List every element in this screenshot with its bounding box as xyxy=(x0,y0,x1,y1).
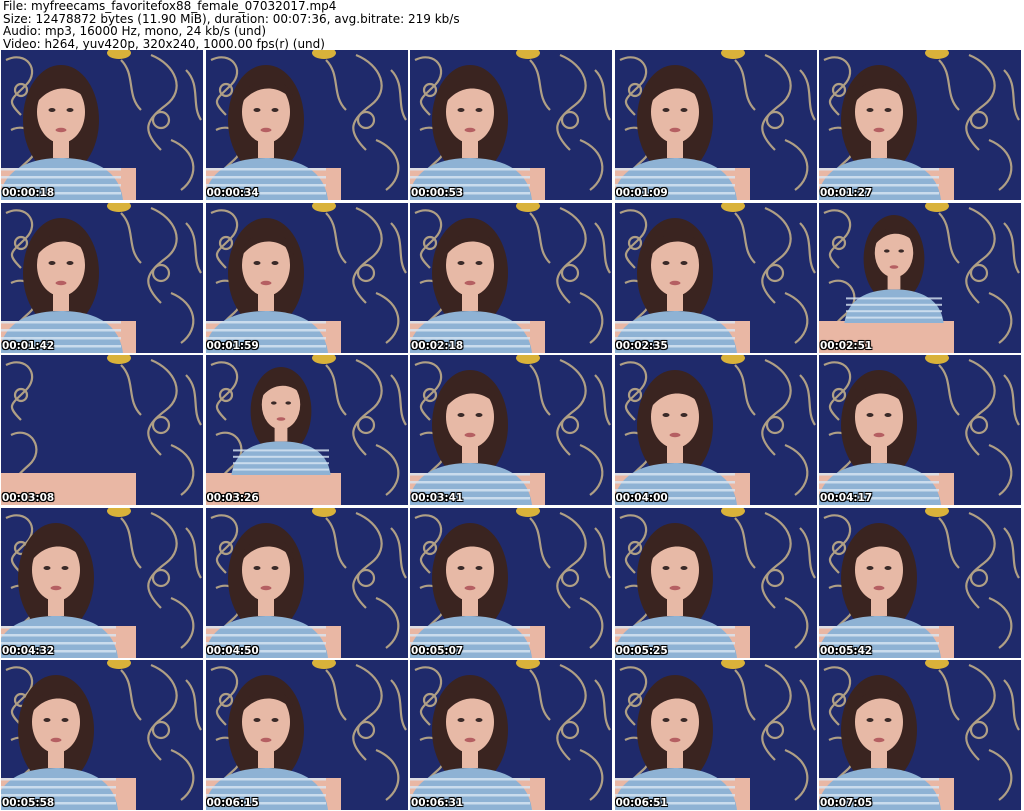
video-frame-image xyxy=(819,660,1021,810)
thumbnail-frame: 00:06:15 xyxy=(205,660,408,810)
thumbnail-frame: 00:07:05 xyxy=(819,660,1021,810)
video-frame-image xyxy=(614,50,817,200)
thumbnail-frame: 00:05:42 xyxy=(819,507,1021,658)
video-frame-image xyxy=(205,355,408,505)
timestamp-label: 00:04:17 xyxy=(820,492,873,504)
thumbnail-frame: 00:04:50 xyxy=(205,507,408,658)
timestamp-label: 00:07:05 xyxy=(820,797,873,809)
video-frame-image xyxy=(614,355,817,505)
timestamp-label: 00:01:27 xyxy=(820,187,873,199)
timestamp-label: 00:01:09 xyxy=(615,187,668,199)
video-frame-image xyxy=(1,50,203,200)
thumbnail-frame: 00:04:17 xyxy=(819,355,1021,505)
video-frame-image xyxy=(1,202,203,353)
timestamp-label: 00:00:53 xyxy=(411,187,464,199)
timestamp-label: 00:05:25 xyxy=(615,644,668,657)
thumbnail-frame: 00:02:35 xyxy=(614,202,817,353)
thumbnail-frame: 00:01:59 xyxy=(205,202,408,353)
video-frame-image xyxy=(410,355,612,505)
video-frame-image xyxy=(819,355,1021,505)
video-frame-image xyxy=(614,660,817,810)
video-frame-image xyxy=(410,50,612,200)
thumbnail-grid: 00:00:18 00:00:34 00:00:53 00:01:09 00:01:27… xyxy=(0,50,1024,811)
thumbnail-frame: 00:03:41 xyxy=(410,355,612,505)
thumbnail-frame: 00:04:00 xyxy=(614,355,817,505)
video-frame-image xyxy=(1,507,203,658)
timestamp-label: 00:02:51 xyxy=(820,339,873,352)
thumbnail-frame: 00:00:18 xyxy=(1,50,203,200)
timestamp-label: 00:05:58 xyxy=(2,797,55,809)
timestamp-label: 00:00:34 xyxy=(206,187,259,199)
video-frame-image xyxy=(614,507,817,658)
video-info-line: Video: h264, yuv420p, 320x240, 1000.00 f… xyxy=(3,36,325,51)
thumbnail-frame: 00:06:51 xyxy=(614,660,817,810)
thumbnail-frame: 00:04:32 xyxy=(1,507,203,658)
timestamp-label: 00:03:41 xyxy=(411,492,464,504)
timestamp-label: 00:01:42 xyxy=(2,339,55,352)
thumbnail-frame: 00:06:31 xyxy=(410,660,612,810)
timestamp-label: 00:04:00 xyxy=(615,492,668,504)
thumbnail-frame: 00:01:27 xyxy=(819,50,1021,200)
video-frame-image xyxy=(819,202,1021,353)
timestamp-label: 00:05:42 xyxy=(820,644,873,657)
thumbnail-frame: 00:01:09 xyxy=(614,50,817,200)
video-frame-image xyxy=(205,507,408,658)
timestamp-label: 00:06:51 xyxy=(615,797,668,809)
timestamp-label: 00:04:32 xyxy=(2,644,55,657)
video-frame-image xyxy=(205,50,408,200)
thumbnail-frame: 00:00:34 xyxy=(205,50,408,200)
timestamp-label: 00:06:15 xyxy=(206,797,259,809)
file-name-line: File: myfreecams_favoritefox88_female_07… xyxy=(3,0,337,13)
video-frame-image xyxy=(410,660,612,810)
thumbnail-frame: 00:05:07 xyxy=(410,507,612,658)
thumbnail-frame: 00:03:26 xyxy=(205,355,408,505)
timestamp-label: 00:06:31 xyxy=(411,797,464,809)
video-frame-image xyxy=(1,660,203,810)
timestamp-label: 00:03:26 xyxy=(206,492,259,504)
thumbnail-frame: 00:00:53 xyxy=(410,50,612,200)
timestamp-label: 00:03:08 xyxy=(2,492,55,504)
thumbnail-frame: 00:02:51 xyxy=(819,202,1021,353)
timestamp-label: 00:05:07 xyxy=(411,644,464,657)
video-frame-image xyxy=(614,202,817,353)
video-frame-image xyxy=(410,507,612,658)
thumbnail-frame: 00:01:42 xyxy=(1,202,203,353)
file-info-header: File: myfreecams_favoritefox88_female_07… xyxy=(3,0,460,50)
thumbnail-frame: 00:05:58 xyxy=(1,660,203,810)
video-frame-image xyxy=(819,50,1021,200)
video-frame-image xyxy=(1,355,203,505)
timestamp-label: 00:00:18 xyxy=(2,187,55,199)
thumbnail-frame: 00:03:08 xyxy=(1,355,203,505)
timestamp-label: 00:01:59 xyxy=(206,339,259,352)
video-frame-image xyxy=(205,202,408,353)
thumbnail-frame: 00:05:25 xyxy=(614,507,817,658)
timestamp-label: 00:02:18 xyxy=(411,339,464,352)
audio-info-line: Audio: mp3, 16000 Hz, mono, 24 kb/s (und… xyxy=(3,24,267,38)
video-frame-image xyxy=(205,660,408,810)
video-frame-image xyxy=(410,202,612,353)
timestamp-label: 00:04:50 xyxy=(206,644,259,657)
video-frame-image xyxy=(819,507,1021,658)
timestamp-label: 00:02:35 xyxy=(615,339,668,352)
thumbnail-frame: 00:02:18 xyxy=(410,202,612,353)
